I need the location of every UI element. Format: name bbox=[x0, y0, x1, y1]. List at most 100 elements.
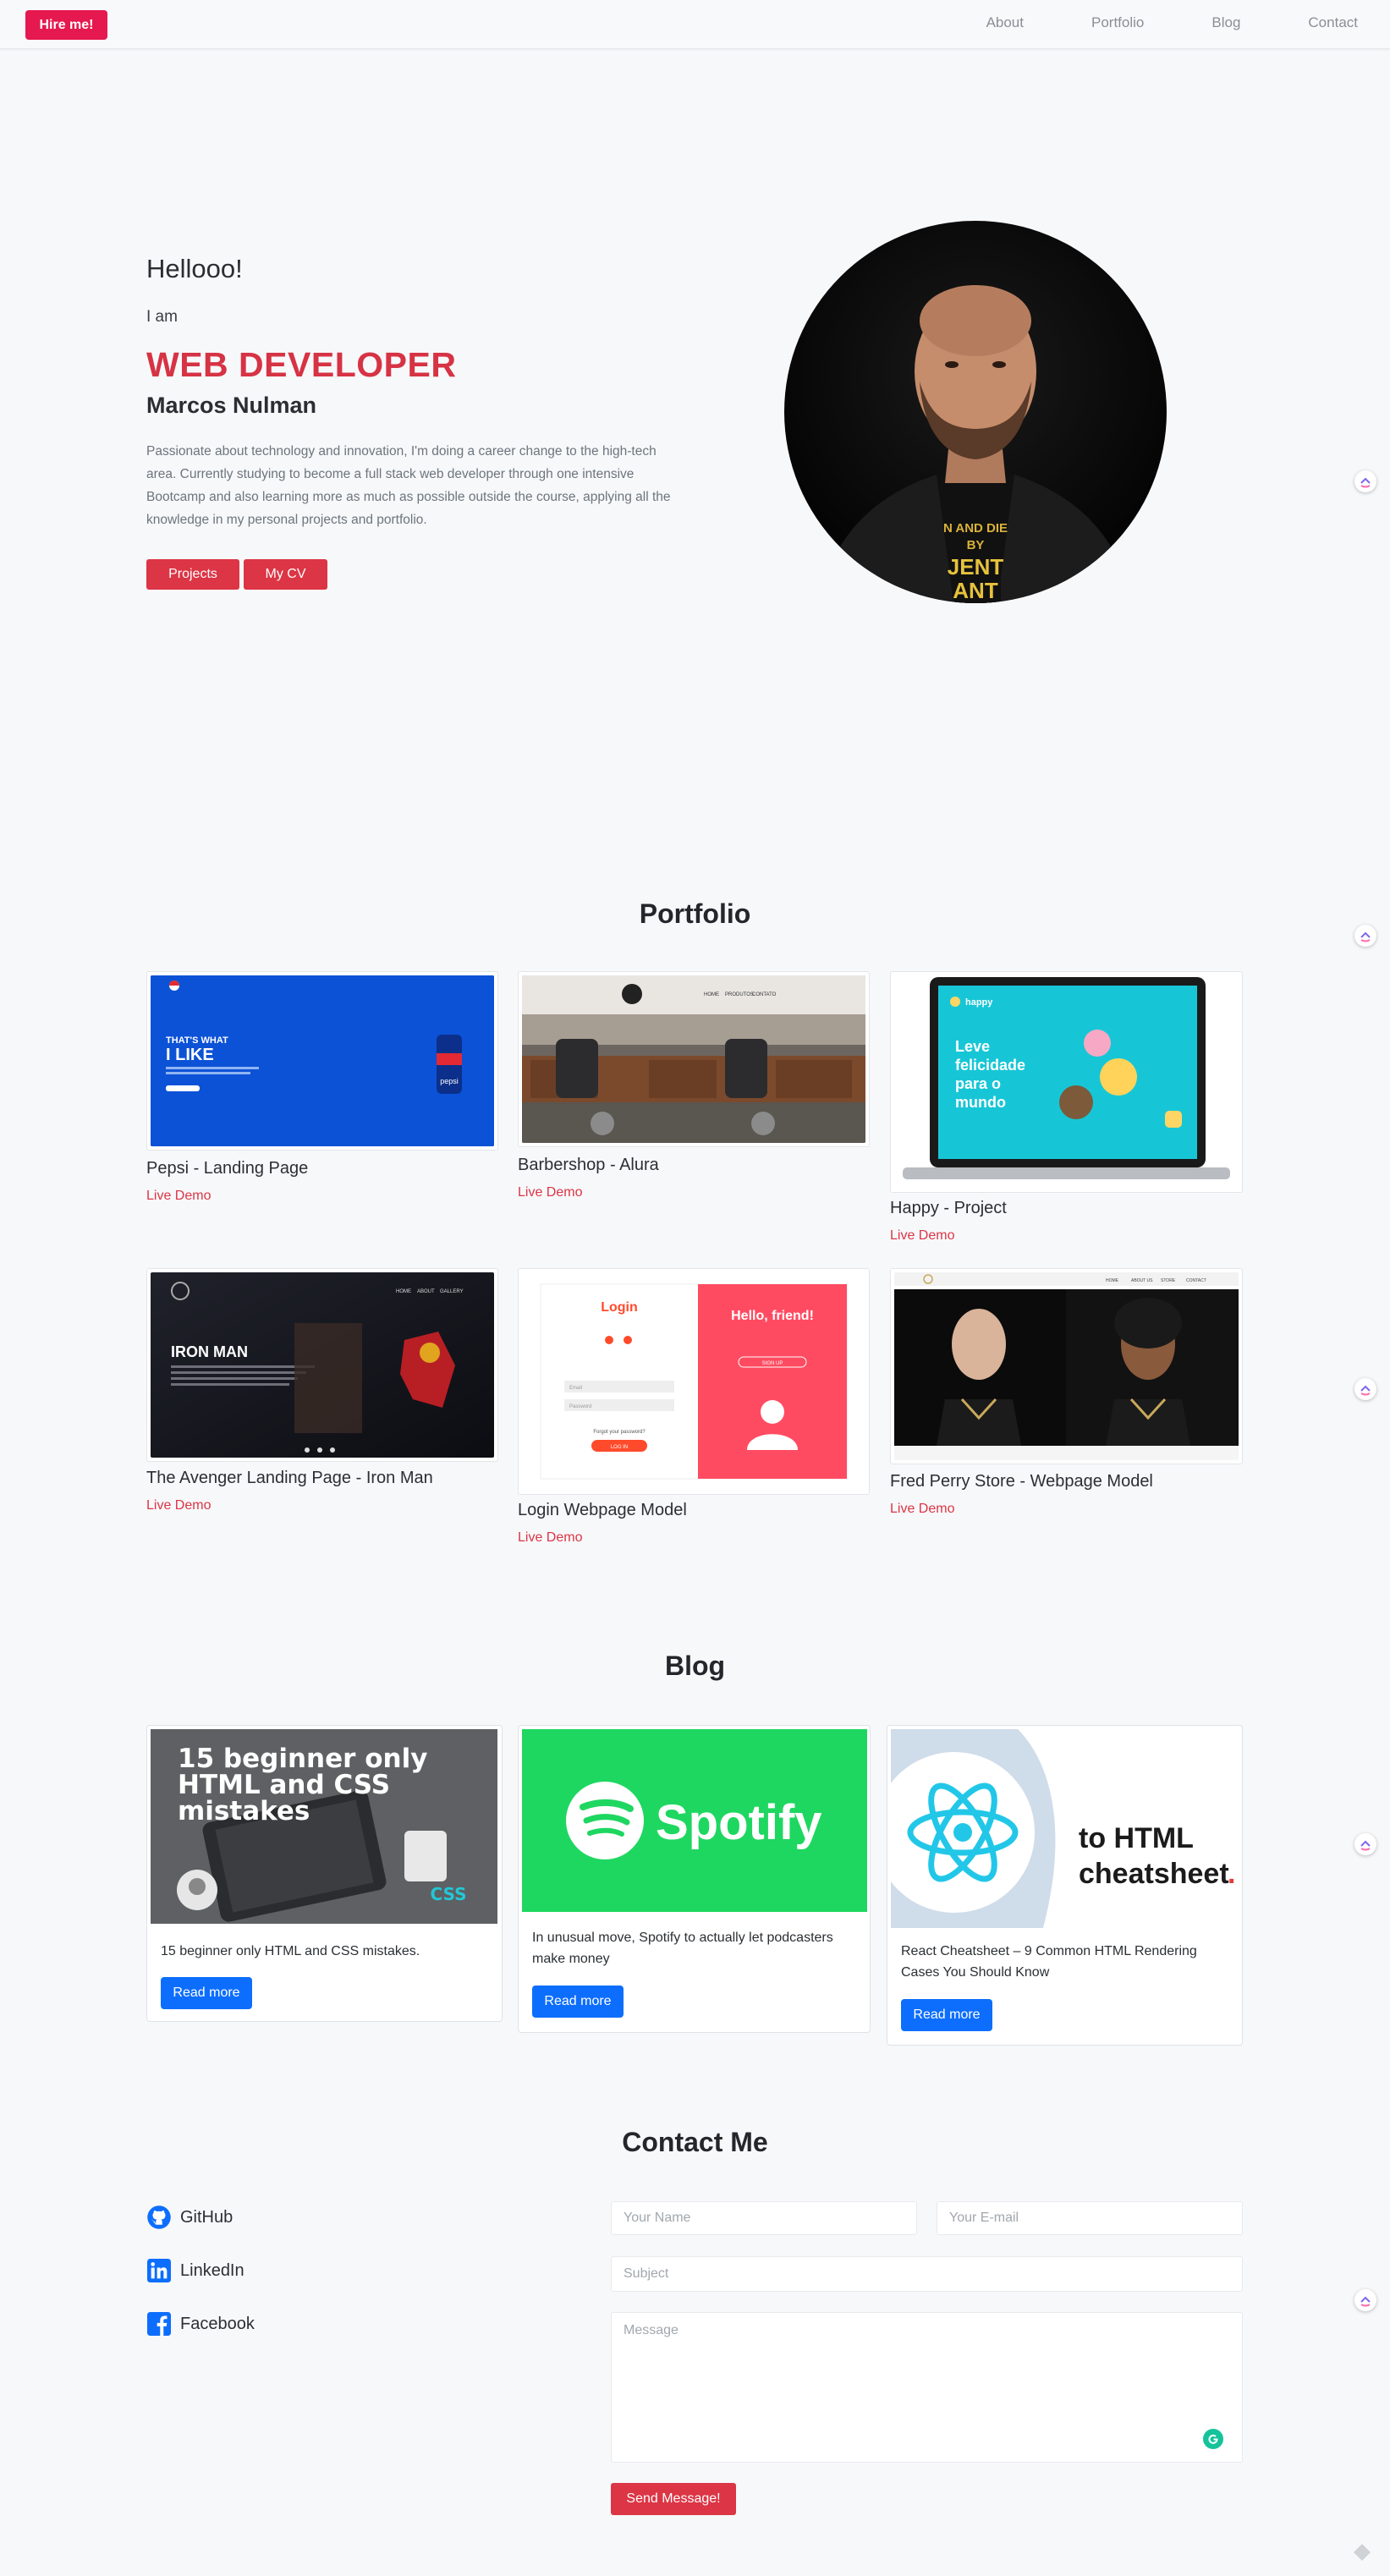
clickup-extension-icon[interactable] bbox=[1354, 2289, 1376, 2311]
grammarly-icon[interactable] bbox=[1203, 2429, 1223, 2449]
hero-description: Passionate about technology and innovati… bbox=[146, 444, 671, 527]
nav-link-contact[interactable]: Contact bbox=[1308, 14, 1358, 31]
login-thumbnail: Login Email Password Forgot your passwor… bbox=[522, 1272, 865, 1491]
message-textarea[interactable] bbox=[611, 2312, 1243, 2463]
ironman-thumb-title: IRON MAN bbox=[171, 1343, 248, 1360]
read-more-button-html-css[interactable]: Read more bbox=[161, 1977, 252, 2009]
diamond-icon bbox=[1353, 2543, 1371, 2562]
portfolio-title-fredperry: Fred Perry Store - Webpage Model bbox=[890, 1472, 1153, 1491]
clickup-extension-icon[interactable] bbox=[1354, 1378, 1376, 1400]
nav-link-portfolio[interactable]: Portfolio bbox=[1091, 14, 1144, 31]
live-demo-link-ironman[interactable]: Live Demo bbox=[146, 1498, 211, 1513]
send-message-button[interactable]: Send Message! bbox=[611, 2483, 736, 2515]
barber-thumb-text-1: HOME bbox=[704, 992, 719, 997]
subject-input[interactable] bbox=[611, 2256, 1243, 2292]
login-thumb-email: Email bbox=[569, 1386, 582, 1391]
svg-text:felicidade: felicidade bbox=[955, 1057, 1025, 1074]
blog-image-react: to HTML cheatsheet . bbox=[891, 1729, 1239, 1928]
nav-link-blog[interactable]: Blog bbox=[1211, 14, 1240, 31]
blog-text-react: React Cheatsheet – 9 Common HTML Renderi… bbox=[901, 1944, 1197, 1980]
live-demo-link-pepsi[interactable]: Live Demo bbox=[146, 1189, 211, 1204]
fredperry-thumb-nav-3: STORE bbox=[1161, 1278, 1176, 1283]
pepsi-thumb-text-3: pepsi bbox=[440, 1077, 459, 1085]
blog-text-spotify: In unusual move, Spotify to actually let… bbox=[532, 1931, 833, 1966]
pepsi-thumb-text-2: I LIKE bbox=[166, 1046, 214, 1064]
svg-text:to HTML: to HTML bbox=[1079, 1822, 1194, 1854]
login-thumb-hello: Hello, friend! bbox=[731, 1309, 814, 1323]
portfolio-title-ironman: The Avenger Landing Page - Iron Man bbox=[146, 1469, 433, 1487]
social-link-facebook[interactable]: Facebook bbox=[146, 2311, 255, 2337]
hire-me-button[interactable]: Hire me! bbox=[25, 10, 107, 40]
svg-text:mistakes: mistakes bbox=[178, 1796, 310, 1826]
shirt-text-1: N AND DIE bbox=[943, 521, 1008, 536]
read-more-button-react[interactable]: Read more bbox=[901, 1999, 992, 2031]
portfolio-title-happy: Happy - Project bbox=[890, 1199, 1007, 1217]
blog-title: Blog bbox=[664, 1651, 726, 1681]
svg-text:.: . bbox=[1228, 1858, 1235, 1890]
svg-text:mundo: mundo bbox=[955, 1094, 1006, 1111]
hero-i-am: I am bbox=[146, 308, 178, 326]
hero-name: Marcos Nulman bbox=[146, 393, 317, 418]
projects-button[interactable]: Projects bbox=[146, 559, 239, 590]
clickup-extension-icon[interactable] bbox=[1354, 1833, 1376, 1855]
blog-card-react: to HTML cheatsheet . React Cheatsheet – … bbox=[887, 1725, 1243, 2046]
login-thumb-password: Password bbox=[569, 1404, 591, 1409]
live-demo-link-fredperry[interactable]: Live Demo bbox=[890, 1502, 954, 1517]
live-demo-link-happy[interactable]: Live Demo bbox=[890, 1228, 954, 1244]
fredperry-thumb-nav-1: HOME bbox=[1106, 1278, 1119, 1283]
svg-text:Leve: Leve bbox=[955, 1038, 990, 1055]
clickup-extension-icon[interactable] bbox=[1354, 470, 1376, 492]
live-demo-link-barbershop[interactable]: Live Demo bbox=[518, 1185, 582, 1200]
portfolio-title: Portfolio bbox=[639, 898, 751, 929]
barbershop-thumbnail: HOME PRODUTOS CONTATO bbox=[522, 975, 865, 1143]
blog-image-css-badge: CSS bbox=[431, 1884, 467, 1904]
read-more-button-spotify[interactable]: Read more bbox=[532, 1986, 624, 2018]
portfolio-title-login: Login Webpage Model bbox=[518, 1501, 687, 1519]
shirt-text-2: BY bbox=[967, 538, 985, 552]
cv-button[interactable]: My CV bbox=[244, 559, 327, 590]
shirt-text-3: JENT bbox=[948, 554, 1004, 579]
social-link-github[interactable]: GitHub bbox=[146, 2205, 233, 2230]
login-thumb-login-btn: LOG IN bbox=[611, 1445, 628, 1450]
happy-thumbnail: happy Leve felicidade para o mundo bbox=[894, 975, 1239, 1189]
svg-text:cheatsheet: cheatsheet bbox=[1079, 1858, 1229, 1890]
svg-text:para o: para o bbox=[955, 1075, 1001, 1092]
blog-card-spotify: Spotify In unusual move, Spotify to actu… bbox=[518, 1725, 871, 2033]
shirt-text-4: ANT bbox=[953, 578, 998, 603]
pepsi-thumbnail: THAT'S WHAT I LIKE pepsi bbox=[151, 975, 494, 1146]
live-demo-link-login[interactable]: Live Demo bbox=[518, 1530, 582, 1546]
hero-role: WEB DEVELOPER bbox=[146, 345, 457, 384]
ironman-thumb-nav-1: HOME bbox=[396, 1289, 411, 1294]
portfolio-card-login[interactable]: Login Email Password Forgot your passwor… bbox=[518, 1268, 870, 1495]
profile-photo-illustration: N AND DIE BY JENT ANT bbox=[818, 285, 1133, 603]
blog-image-html-css: 15 beginner only HTML and CSS mistakes C… bbox=[151, 1729, 497, 1924]
hero-greeting: Hellooo! bbox=[146, 254, 243, 283]
social-link-linkedin[interactable]: LinkedIn bbox=[146, 2258, 244, 2283]
ironman-thumbnail: HOME ABOUT GALLERY IRON MAN bbox=[151, 1272, 494, 1458]
linkedin-icon bbox=[146, 2258, 172, 2283]
portfolio-card-fredperry[interactable]: HOME ABOUT US STORE CONTACT bbox=[890, 1268, 1243, 1464]
portfolio-card-barbershop[interactable]: HOME PRODUTOS CONTATO bbox=[518, 971, 870, 1147]
contact-title: Contact Me bbox=[622, 2127, 768, 2157]
social-label-linkedin: LinkedIn bbox=[180, 2260, 244, 2280]
fredperry-thumbnail: HOME ABOUT US STORE CONTACT bbox=[894, 1272, 1239, 1460]
portfolio-card-happy[interactable]: happy Leve felicidade para o mundo bbox=[890, 971, 1243, 1193]
happy-thumb-logo: happy bbox=[965, 997, 993, 1008]
login-thumb-signup: SIGN UP bbox=[762, 1361, 783, 1366]
portfolio-title-barbershop: Barbershop - Alura bbox=[518, 1156, 659, 1174]
facebook-icon bbox=[146, 2311, 172, 2337]
nav-link-about[interactable]: About bbox=[986, 14, 1024, 31]
login-thumb-title: Login bbox=[601, 1300, 638, 1315]
blog-image-spotify-wordmark: Spotify bbox=[656, 1795, 822, 1850]
nav-links: About Portfolio Blog Contact bbox=[919, 14, 1358, 31]
blog-text-html-css: 15 beginner only HTML and CSS mistakes. bbox=[161, 1944, 420, 1958]
portfolio-card-pepsi[interactable]: THAT'S WHAT I LIKE pepsi bbox=[146, 971, 498, 1151]
pepsi-thumb-text-1: THAT'S WHAT bbox=[166, 1035, 228, 1046]
blog-card-html-css: 15 beginner only HTML and CSS mistakes C… bbox=[146, 1725, 503, 2022]
portfolio-title-pepsi: Pepsi - Landing Page bbox=[146, 1159, 309, 1178]
email-input[interactable] bbox=[937, 2201, 1243, 2235]
name-input[interactable] bbox=[611, 2201, 917, 2235]
fredperry-thumb-nav-2: ABOUT US bbox=[1131, 1278, 1153, 1283]
ironman-thumb-nav-3: GALLERY bbox=[440, 1289, 464, 1294]
portfolio-card-ironman[interactable]: HOME ABOUT GALLERY IRON MAN bbox=[146, 1268, 498, 1462]
